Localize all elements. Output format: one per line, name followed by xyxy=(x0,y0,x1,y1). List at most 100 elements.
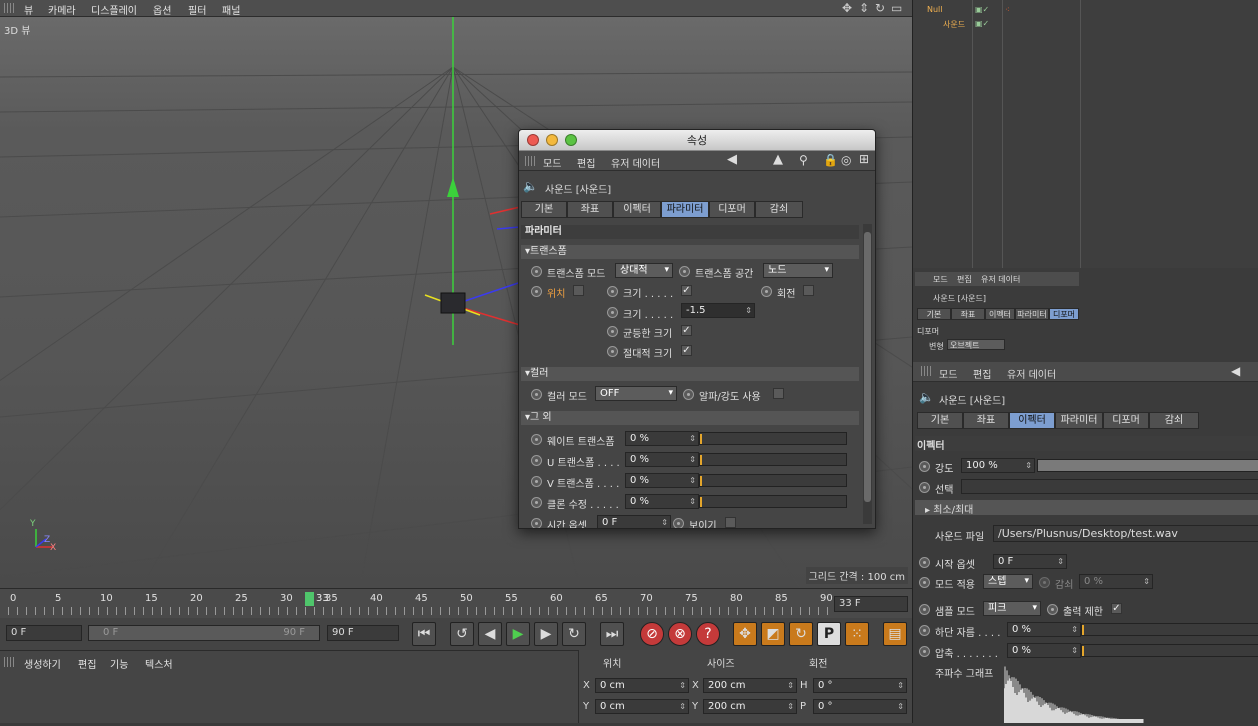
rotate-key-icon[interactable]: ↻ xyxy=(789,622,813,646)
close-button[interactable] xyxy=(527,134,539,146)
v-transform-radio[interactable] xyxy=(531,476,542,487)
strength-field[interactable]: 100 % xyxy=(961,458,1035,473)
up-arrow-icon[interactable]: ▲ xyxy=(773,152,783,167)
maximize-view-icon[interactable]: ▭ xyxy=(891,1,902,15)
dialog-titlebar[interactable]: 속성 xyxy=(519,130,875,151)
u-transform-radio[interactable] xyxy=(531,455,542,466)
tab-parameter[interactable]: 파라미터 xyxy=(1055,412,1103,429)
menu-edit[interactable]: 편집 xyxy=(78,656,96,671)
autokey-icon[interactable]: ⊗ xyxy=(668,622,692,646)
compress-field[interactable]: 0 % xyxy=(1007,643,1081,658)
pla-key-icon[interactable]: ⁙ xyxy=(845,622,869,646)
rotate-view-icon[interactable]: ↻ xyxy=(875,1,885,15)
dialog-scrollbar[interactable] xyxy=(863,224,872,524)
dolly-icon[interactable]: ⇕ xyxy=(859,1,869,15)
go-to-end-icon[interactable]: ⏭ xyxy=(600,622,624,646)
tab-falloff[interactable]: 감쇠 xyxy=(1149,412,1199,429)
strength-anim-radio[interactable] xyxy=(919,461,930,472)
size-x-field[interactable]: 200 cm xyxy=(703,678,797,693)
selection-anim-radio[interactable] xyxy=(919,482,930,493)
rotation-checkbox[interactable] xyxy=(803,285,814,296)
start-offset-field[interactable]: 0 F xyxy=(993,554,1067,569)
tag-icon[interactable]: ⁖ xyxy=(1005,5,1010,14)
menu-filter[interactable]: 필터 xyxy=(188,2,206,17)
mini-tab-parameter[interactable]: 파라미터 xyxy=(1015,308,1049,320)
menu-panel[interactable]: 패널 xyxy=(222,2,240,17)
alpha-radio[interactable] xyxy=(683,389,694,400)
dialog-tab-coord[interactable]: 좌표 xyxy=(567,201,613,218)
play-icon[interactable]: ▶ xyxy=(506,622,530,646)
low-cut-slider[interactable] xyxy=(1081,623,1258,636)
attr-menu-userdata[interactable]: 유저 데이터 xyxy=(1007,366,1056,381)
section-color[interactable]: ▾컬러 xyxy=(521,367,859,381)
dialog-tab-basic[interactable]: 기본 xyxy=(521,201,567,218)
clone-modify-radio[interactable] xyxy=(531,497,542,508)
end-frame-field[interactable]: 90 F xyxy=(327,625,399,641)
rotation-radio[interactable] xyxy=(761,286,772,297)
clone-modify-field[interactable]: 0 % xyxy=(625,494,699,509)
weight-transform-slider[interactable] xyxy=(699,432,847,445)
dialog-tab-effector[interactable]: 이펙터 xyxy=(613,201,661,218)
move-key-icon[interactable]: ✥ xyxy=(733,622,757,646)
panel-grip[interactable] xyxy=(4,3,14,13)
scale-value-field[interactable]: -1.5 xyxy=(681,303,755,318)
transform-space-radio[interactable] xyxy=(679,266,690,277)
position-checkbox[interactable] xyxy=(573,285,584,296)
object-sound[interactable]: 사운드 xyxy=(943,19,965,30)
uniform-scale-radio[interactable] xyxy=(607,326,618,337)
scale-key-icon[interactable]: ◩ xyxy=(761,622,785,646)
panel-grip[interactable] xyxy=(525,156,535,166)
u-transform-field[interactable]: 0 % xyxy=(625,452,699,467)
clip-output-checkbox[interactable]: ✓ xyxy=(1111,603,1122,614)
position-radio[interactable] xyxy=(531,286,542,297)
menu-display[interactable]: 디스플레이 xyxy=(91,2,137,17)
dialog-tab-deformer[interactable]: 디포머 xyxy=(709,201,755,218)
decay-field[interactable]: 0 % xyxy=(1079,574,1153,589)
section-other[interactable]: ▾그 외 xyxy=(521,411,859,425)
lock-icon[interactable]: 🔒 xyxy=(823,153,838,167)
position-y-field[interactable]: 0 cm xyxy=(595,699,689,714)
decay-radio[interactable] xyxy=(1039,577,1050,588)
mode-apply-dropdown[interactable]: 스텝 xyxy=(983,574,1033,589)
low-cut-radio[interactable] xyxy=(919,625,930,636)
v-transform-slider[interactable] xyxy=(699,474,847,487)
panel-grip[interactable] xyxy=(921,366,931,376)
v-transform-field[interactable]: 0 % xyxy=(625,473,699,488)
low-cut-field[interactable]: 0 % xyxy=(1007,622,1081,637)
time-offset-radio[interactable] xyxy=(531,518,542,528)
scale-checkbox[interactable]: ✓ xyxy=(681,285,692,296)
weight-transform-radio[interactable] xyxy=(531,434,542,445)
playhead[interactable] xyxy=(305,592,314,606)
go-to-start-icon[interactable]: ⏮ xyxy=(412,622,436,646)
dialog-menu-mode[interactable]: 모드 xyxy=(543,155,561,170)
mini-menu-edit[interactable]: 편집 xyxy=(957,274,972,285)
frequency-graph[interactable] xyxy=(1003,660,1258,723)
color-mode-radio[interactable] xyxy=(531,389,542,400)
tab-effector[interactable]: 이펙터 xyxy=(1009,412,1055,429)
visibility-checkbox[interactable] xyxy=(725,517,736,528)
visibility-radio[interactable] xyxy=(673,518,684,528)
keyframe-help-icon[interactable]: ? xyxy=(696,622,720,646)
visibility-icon[interactable]: ▣✓ xyxy=(975,19,989,28)
sound-file-field[interactable]: /Users/Plusnus/Desktop/test.wav xyxy=(993,525,1258,542)
position-x-field[interactable]: 0 cm xyxy=(595,678,689,693)
mini-tab-coord[interactable]: 좌표 xyxy=(951,308,985,320)
move-view-icon[interactable]: ✥ xyxy=(842,1,852,15)
scrollbar-thumb[interactable] xyxy=(864,232,871,502)
target-icon[interactable]: ◎ xyxy=(841,153,851,167)
absolute-scale-radio[interactable] xyxy=(607,346,618,357)
prev-key-icon[interactable]: ↺ xyxy=(450,622,474,646)
clip-output-radio[interactable] xyxy=(1047,604,1058,615)
menu-function[interactable]: 기능 xyxy=(110,656,128,671)
transform-space-dropdown[interactable]: 노드 xyxy=(763,263,833,278)
minimize-button[interactable] xyxy=(546,134,558,146)
zoom-button[interactable] xyxy=(565,134,577,146)
color-mode-dropdown[interactable]: OFF xyxy=(595,386,677,401)
tab-deformer[interactable]: 디포머 xyxy=(1103,412,1149,429)
tab-basic[interactable]: 기본 xyxy=(917,412,963,429)
step-back-icon[interactable]: ◀ xyxy=(478,622,502,646)
mini-tab-effector[interactable]: 이펙터 xyxy=(985,308,1015,320)
dialog-menu-edit[interactable]: 편집 xyxy=(577,155,595,170)
dialog-tab-parameter[interactable]: 파라미터 xyxy=(661,201,709,218)
search-icon[interactable]: ⚲ xyxy=(799,153,808,167)
